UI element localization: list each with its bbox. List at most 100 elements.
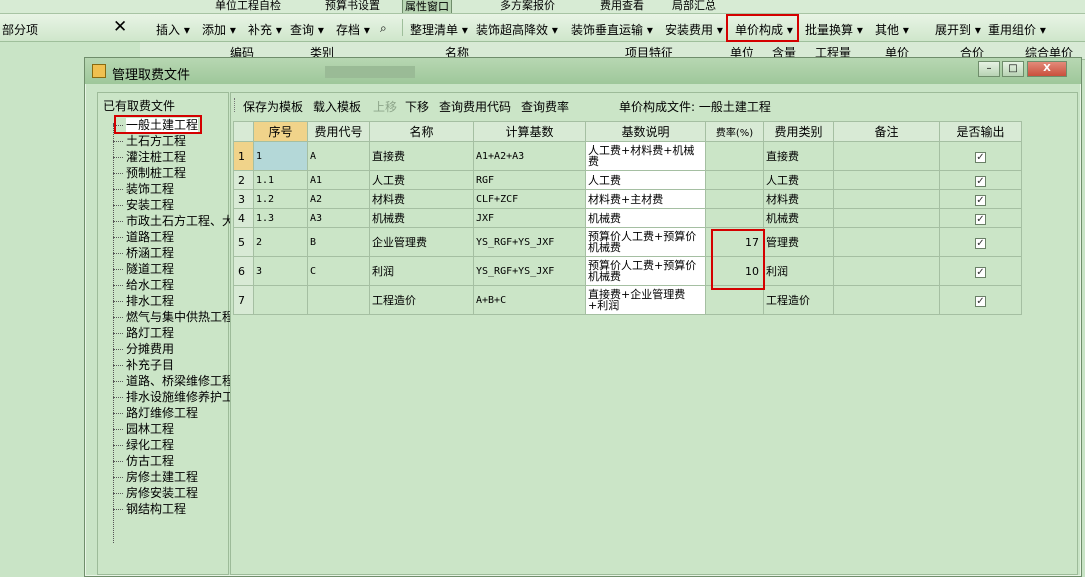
move-down-button[interactable]: 下移 xyxy=(405,98,429,115)
code-cell[interactable]: A1 xyxy=(307,170,370,190)
name-cell[interactable]: 利润 xyxy=(369,256,474,286)
col-name[interactable]: 名称 xyxy=(369,121,474,142)
output-checkbox[interactable]: ✓ xyxy=(975,295,986,307)
row-number[interactable]: 7 xyxy=(233,285,254,315)
decoration-height-menu[interactable]: 装饰超高降效 ▾ xyxy=(476,21,558,38)
remark-cell[interactable] xyxy=(833,208,940,228)
tree-item[interactable]: 补充子目 xyxy=(110,357,234,373)
dialog-titlebar[interactable]: 管理取费文件 – □ X xyxy=(85,58,1081,84)
query-rate-button[interactable]: 查询费率 xyxy=(521,98,569,115)
category-cell[interactable]: 材料费 xyxy=(763,189,834,209)
tree-item[interactable]: 房修安装工程 xyxy=(110,485,234,501)
save-template-button[interactable]: 保存为模板 xyxy=(243,98,303,115)
tree-item[interactable]: 预制桩工程 xyxy=(110,165,234,181)
tree-item[interactable]: 道路、桥梁维修工程 xyxy=(110,373,234,389)
output-checkbox[interactable]: ✓ xyxy=(975,213,986,225)
close-button[interactable]: X xyxy=(1027,61,1067,77)
organize-list-menu[interactable]: 整理清单 ▾ xyxy=(410,21,468,38)
minimize-button[interactable]: – xyxy=(978,61,1000,77)
insert-menu[interactable]: 插入 ▾ xyxy=(156,21,190,38)
code-cell[interactable]: B xyxy=(307,227,370,257)
desc-cell[interactable]: 人工费 xyxy=(585,170,706,190)
property-window-button[interactable]: 属性窗口 xyxy=(402,0,452,13)
row-number[interactable]: 5 xyxy=(233,227,254,257)
tree-item[interactable]: 仿古工程 xyxy=(110,453,234,469)
row-number[interactable]: 3 xyxy=(233,189,254,209)
tree-item[interactable]: 装饰工程 xyxy=(110,181,234,197)
partial-summary-button[interactable]: 局部汇总 xyxy=(672,0,716,13)
query-menu[interactable]: 查询 ▾ xyxy=(290,21,324,38)
tree-item[interactable]: 隧道工程 xyxy=(110,261,234,277)
output-checkbox[interactable]: ✓ xyxy=(975,151,986,163)
name-cell[interactable]: 直接费 xyxy=(369,141,474,171)
row-number[interactable]: 4 xyxy=(233,208,254,228)
tree-item[interactable]: 绿化工程 xyxy=(110,437,234,453)
seq-cell[interactable]: 1.2 xyxy=(253,189,308,209)
category-cell[interactable]: 人工费 xyxy=(763,170,834,190)
tree-item[interactable]: 房修土建工程 xyxy=(110,469,234,485)
remark-cell[interactable] xyxy=(833,170,940,190)
row-number[interactable]: 6 xyxy=(233,256,254,286)
category-cell[interactable]: 利润 xyxy=(763,256,834,286)
output-cell[interactable]: ✓ xyxy=(939,285,1022,315)
table-row[interactable]: 4 1.3 A3 机械费 JXF 机械费 机械费 ✓ xyxy=(233,208,1022,228)
reuse-pricing-menu[interactable]: 重用组价 ▾ xyxy=(988,21,1046,38)
multi-plan-quote-button[interactable]: 多方案报价 xyxy=(500,0,555,13)
tree-item[interactable]: 燃气与集中供热工程 xyxy=(110,309,234,325)
row-number[interactable]: 1 xyxy=(233,141,254,171)
rate-cell[interactable] xyxy=(705,189,764,209)
remark-cell[interactable] xyxy=(833,285,940,315)
expand-to-menu[interactable]: 展开到 ▾ xyxy=(935,21,981,38)
col-code[interactable]: 费用代号 xyxy=(307,121,370,142)
vertical-transport-menu[interactable]: 装饰垂直运输 ▾ xyxy=(571,21,653,38)
col-rate[interactable]: 费率(%) xyxy=(705,121,764,142)
code-cell[interactable]: A2 xyxy=(307,189,370,209)
seq-cell[interactable] xyxy=(253,285,308,315)
base-cell[interactable]: CLF+ZCF xyxy=(473,189,586,209)
tree-item[interactable]: 土石方工程 xyxy=(110,133,234,149)
desc-cell[interactable]: 材料费+主材费 xyxy=(585,189,706,209)
desc-cell[interactable]: 机械费 xyxy=(585,208,706,228)
name-cell[interactable]: 企业管理费 xyxy=(369,227,474,257)
category-cell[interactable]: 机械费 xyxy=(763,208,834,228)
output-checkbox[interactable]: ✓ xyxy=(975,237,986,249)
category-cell[interactable]: 工程造价 xyxy=(763,285,834,315)
supplement-menu[interactable]: 补充 ▾ xyxy=(248,21,282,38)
col-output[interactable]: 是否输出 xyxy=(939,121,1022,142)
view-fees-button[interactable]: 费用查看 xyxy=(600,0,644,13)
tree-item[interactable]: 给水工程 xyxy=(110,277,234,293)
category-cell[interactable]: 直接费 xyxy=(763,141,834,171)
code-cell[interactable]: A xyxy=(307,141,370,171)
base-cell[interactable]: RGF xyxy=(473,170,586,190)
code-cell[interactable]: C xyxy=(307,256,370,286)
load-template-button[interactable]: 载入模板 xyxy=(313,98,361,115)
table-row[interactable]: 1 1 A 直接费 A1+A2+A3 人工费+材料费+机械费 直接费 ✓ xyxy=(233,141,1022,171)
tree-item[interactable]: 钢结构工程 xyxy=(110,501,234,517)
tree-item[interactable]: 市政土石方工程、大 xyxy=(110,213,234,229)
col-desc[interactable]: 基数说明 xyxy=(585,121,706,142)
base-cell[interactable]: A+B+C xyxy=(473,285,586,315)
tree-item[interactable]: 排水设施维修养护工 xyxy=(110,389,234,405)
col-seq[interactable]: 序号 xyxy=(253,121,308,142)
query-fee-code-button[interactable]: 查询费用代码 xyxy=(439,98,511,115)
remark-cell[interactable] xyxy=(833,189,940,209)
category-cell[interactable]: 管理费 xyxy=(763,227,834,257)
table-row[interactable]: 7 工程造价 A+B+C 直接费+企业管理费+利润 工程造价 ✓ xyxy=(233,285,1022,315)
name-cell[interactable]: 材料费 xyxy=(369,189,474,209)
name-cell[interactable]: 人工费 xyxy=(369,170,474,190)
remark-cell[interactable] xyxy=(833,227,940,257)
seq-cell[interactable]: 1 xyxy=(253,141,308,171)
add-menu[interactable]: 添加 ▾ xyxy=(202,21,236,38)
desc-cell[interactable]: 直接费+企业管理费+利润 xyxy=(585,285,706,315)
code-cell[interactable]: A3 xyxy=(307,208,370,228)
tree-item[interactable]: 安装工程 xyxy=(110,197,234,213)
seq-cell[interactable]: 3 xyxy=(253,256,308,286)
output-cell[interactable]: ✓ xyxy=(939,227,1022,257)
name-cell[interactable]: 机械费 xyxy=(369,208,474,228)
other-menu[interactable]: 其他 ▾ xyxy=(875,21,909,38)
remark-cell[interactable] xyxy=(833,256,940,286)
col-base[interactable]: 计算基数 xyxy=(473,121,586,142)
base-cell[interactable]: YS_RGF+YS_JXF xyxy=(473,227,586,257)
self-check-button[interactable]: 单位工程自检 xyxy=(215,0,281,13)
output-cell[interactable]: ✓ xyxy=(939,141,1022,171)
